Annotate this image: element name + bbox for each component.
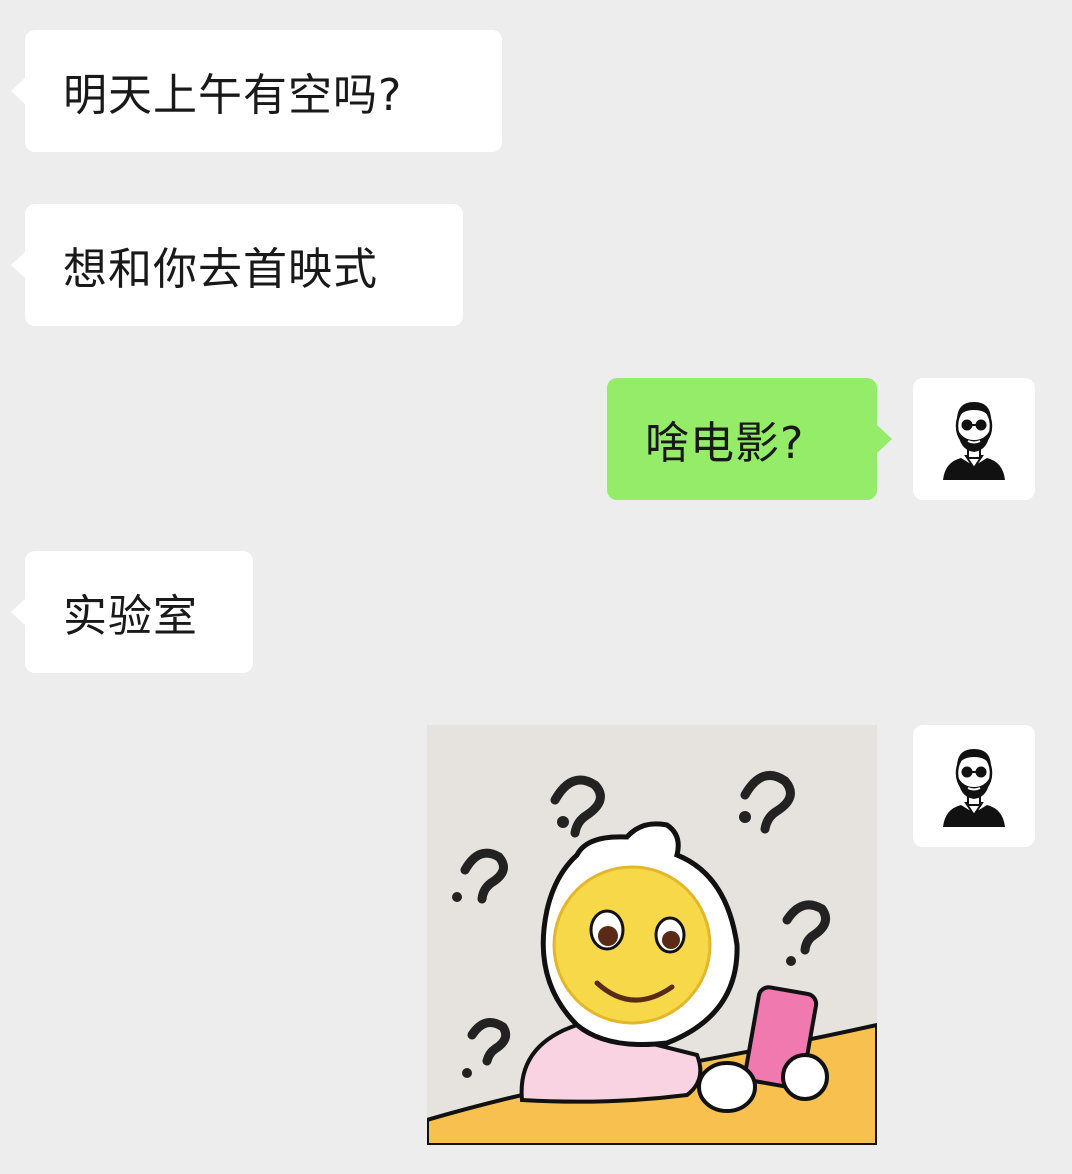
- incoming-message-bubble[interactable]: 实验室: [11, 551, 253, 673]
- incoming-message-bubble[interactable]: 想和你去首映式: [11, 204, 463, 326]
- self-avatar[interactable]: [913, 378, 1035, 500]
- message-text: 明天上午有空吗?: [63, 70, 403, 121]
- bearded-man-sunglasses-icon: [943, 749, 1005, 827]
- sticker-message[interactable]: [427, 725, 877, 1145]
- confused-smiley-phone-sticker: [427, 725, 877, 1145]
- incoming-message-bubble[interactable]: 明天上午有空吗?: [11, 30, 502, 152]
- outgoing-message-bubble[interactable]: 啥电影?: [607, 378, 892, 500]
- bearded-man-sunglasses-icon: [943, 402, 1005, 480]
- message-text: 啥电影?: [645, 418, 805, 469]
- self-avatar[interactable]: [913, 725, 1035, 847]
- message-text: 实验室: [63, 591, 198, 642]
- message-text: 想和你去首映式: [63, 244, 378, 295]
